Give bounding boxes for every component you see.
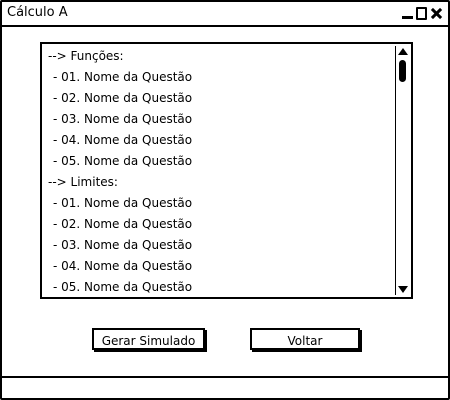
list-header-funcoes[interactable]: --> Funções:	[48, 46, 389, 67]
status-bar	[2, 376, 448, 400]
list-item[interactable]: - 02. Nome da Questão	[48, 88, 389, 109]
generate-simulation-button[interactable]: Gerar Simulado	[92, 328, 205, 350]
close-icon[interactable]	[430, 7, 443, 20]
question-list: --> Funções: - 01. Nome da Questão - 02.…	[48, 46, 389, 297]
window-controls	[402, 4, 443, 22]
list-item[interactable]: - 05. Nome da Questão	[48, 151, 389, 172]
window-title: Cálculo A	[7, 5, 68, 20]
list-item[interactable]: - 01. Nome da Questão	[48, 193, 389, 214]
scroll-up-button[interactable]	[397, 46, 409, 58]
title-bar: Cálculo A	[2, 2, 448, 27]
scroll-thumb[interactable]	[399, 60, 406, 82]
list-item[interactable]: - 02. Nome da Questão	[48, 214, 389, 235]
arrow-down-icon	[398, 286, 408, 293]
list-item[interactable]: - 05. Nome da Questão	[48, 277, 389, 297]
list-item[interactable]: - 03. Nome da Questão	[48, 109, 389, 130]
vertical-scrollbar[interactable]	[395, 46, 409, 295]
maximize-icon[interactable]	[416, 6, 427, 20]
list-item[interactable]: - 03. Nome da Questão	[48, 235, 389, 256]
app-window: Cálculo A --> Funções: - 01. Nome da Que…	[0, 0, 450, 400]
list-item[interactable]: - 04. Nome da Questão	[48, 256, 389, 277]
back-button[interactable]: Voltar	[250, 328, 360, 350]
list-header-limites[interactable]: --> Limites:	[48, 172, 389, 193]
question-listbox[interactable]: --> Funções: - 01. Nome da Questão - 02.…	[40, 42, 413, 299]
scroll-down-button[interactable]	[397, 283, 409, 295]
list-item[interactable]: - 04. Nome da Questão	[48, 130, 389, 151]
arrow-up-icon	[398, 48, 408, 55]
minimize-icon[interactable]	[402, 15, 413, 19]
list-item[interactable]: - 01. Nome da Questão	[48, 67, 389, 88]
